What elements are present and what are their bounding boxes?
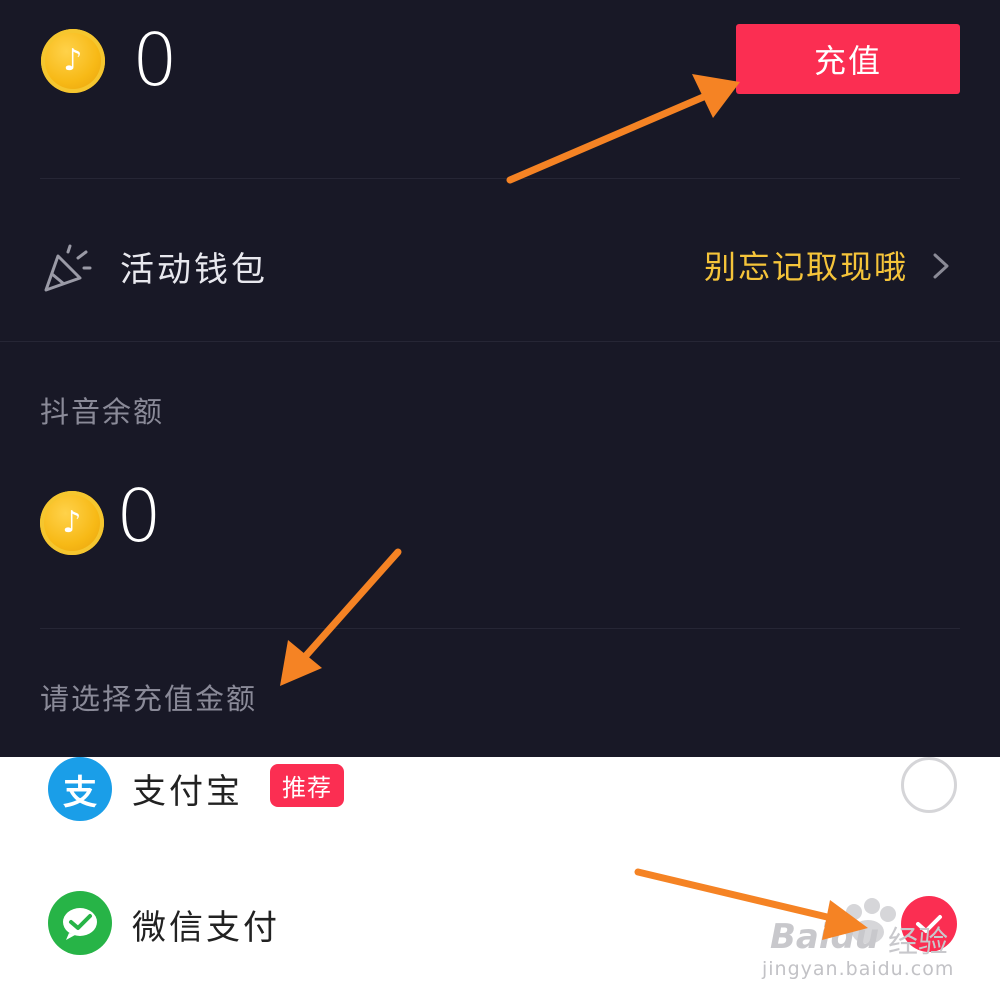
wechat-pay-icon xyxy=(48,891,112,955)
activity-wallet-label: 活动钱包 xyxy=(120,250,268,290)
watermark-suffix: 经验 xyxy=(888,925,948,960)
wechat-pay-label: 微信支付 xyxy=(132,908,280,948)
alipay-label: 支付宝 xyxy=(132,772,243,812)
top-balance-value: 0 xyxy=(132,18,178,102)
recharge-amount-title: 请选择充值金额 xyxy=(40,682,258,716)
douyin-balance-value: 0 xyxy=(116,474,162,558)
arrow-to-amount xyxy=(291,548,402,672)
watermark-brand: Baidu xyxy=(770,917,880,957)
chevron-right-icon xyxy=(933,253,949,279)
douyin-coin-icon: ♪ xyxy=(41,29,105,93)
divider xyxy=(40,178,960,179)
douyin-balance-title: 抖音余额 xyxy=(40,395,165,429)
divider xyxy=(0,341,1000,342)
activity-wallet-hint: 别忘记取现哦 xyxy=(703,248,908,286)
alipay-radio[interactable] xyxy=(901,757,957,813)
recommend-badge: 推荐 xyxy=(270,764,344,807)
arrow-head xyxy=(692,74,740,118)
divider xyxy=(40,628,960,629)
arrow-to-recharge xyxy=(506,88,719,184)
recharge-button[interactable]: 充值 xyxy=(736,24,960,94)
alipay-icon: 支 xyxy=(48,757,112,821)
speech-bubble-check-icon xyxy=(63,908,97,940)
party-popper-icon xyxy=(44,244,92,292)
douyin-coin-icon: ♪ xyxy=(40,491,104,555)
arrow-head xyxy=(280,640,322,686)
watermark-url: jingyan.baidu.com xyxy=(762,958,955,980)
